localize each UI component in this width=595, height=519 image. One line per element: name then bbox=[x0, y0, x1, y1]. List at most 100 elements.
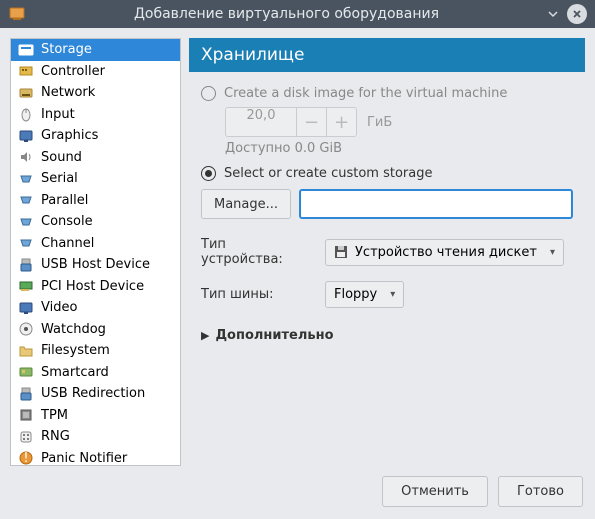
sidebar-item-parallel[interactable]: Parallel bbox=[11, 190, 180, 212]
sidebar-item-rng[interactable]: RNG bbox=[11, 426, 180, 448]
size-decrease-button: − bbox=[297, 107, 327, 137]
titlebar: Добавление виртуального оборудования bbox=[0, 0, 595, 28]
sidebar-item-label: Graphics bbox=[41, 128, 98, 143]
smartcard-icon bbox=[18, 364, 34, 380]
chevron-down-icon: ▾ bbox=[390, 289, 395, 300]
device-type-dropdown[interactable]: Устройство чтения дискет ▾ bbox=[325, 239, 564, 266]
custom-storage-label: Select or create custom storage bbox=[224, 166, 432, 181]
sidebar-item-label: Filesystem bbox=[41, 343, 110, 358]
sidebar-item-label: Watchdog bbox=[41, 322, 106, 337]
graphics-icon bbox=[18, 128, 34, 144]
radio-checked-icon bbox=[201, 166, 216, 181]
content-area: Storage Controller Network Input Graphic… bbox=[0, 28, 595, 476]
advanced-label: Дополнительно bbox=[215, 328, 333, 343]
sidebar-item-label: Serial bbox=[41, 171, 78, 186]
tpm-icon bbox=[18, 407, 34, 423]
bus-type-value: Floppy bbox=[334, 287, 377, 302]
sound-icon bbox=[18, 149, 34, 165]
parallel-icon bbox=[18, 192, 34, 208]
usb-redir-icon bbox=[18, 386, 34, 402]
sidebar-item-pci-host[interactable]: PCI Host Device bbox=[11, 276, 180, 298]
sidebar-item-storage[interactable]: Storage bbox=[11, 39, 180, 61]
sidebar-item-network[interactable]: Network bbox=[11, 82, 180, 104]
device-type-label: Тип устройства: bbox=[201, 237, 311, 267]
bus-type-row: Тип шины: Floppy ▾ bbox=[201, 281, 573, 308]
create-image-label: Create a disk image for the virtual mach… bbox=[224, 86, 507, 101]
sidebar-item-video[interactable]: Video bbox=[11, 297, 180, 319]
dialog-footer: Отменить Готово bbox=[0, 476, 595, 519]
size-increase-button: + bbox=[327, 107, 357, 137]
custom-storage-option[interactable]: Select or create custom storage bbox=[201, 166, 573, 181]
device-type-value: Устройство чтения дискет bbox=[355, 245, 537, 260]
sidebar-item-label: TPM bbox=[41, 408, 68, 423]
size-input: 20,0 bbox=[225, 107, 297, 137]
sidebar-item-label: Console bbox=[41, 214, 93, 229]
available-space-label: Доступно 0.0 GiB bbox=[225, 141, 573, 156]
sidebar-item-filesystem[interactable]: Filesystem bbox=[11, 340, 180, 362]
device-type-row: Тип устройства: Устройство чтения дискет… bbox=[201, 237, 573, 267]
storage-path-input[interactable] bbox=[299, 189, 573, 219]
app-icon bbox=[8, 5, 26, 23]
video-icon bbox=[18, 300, 34, 316]
panel-body: Create a disk image for the virtual mach… bbox=[189, 72, 585, 466]
sidebar-item-label: USB Host Device bbox=[41, 257, 150, 272]
size-unit-label: ГиБ bbox=[367, 115, 392, 130]
console-icon bbox=[18, 214, 34, 230]
svg-text:!: ! bbox=[23, 451, 28, 466]
minimize-button[interactable] bbox=[543, 4, 563, 24]
usb-icon bbox=[18, 257, 34, 273]
storage-icon bbox=[18, 42, 34, 58]
serial-icon bbox=[18, 171, 34, 187]
manage-row: Manage... bbox=[201, 189, 573, 219]
main-panel: Хранилище Create a disk image for the vi… bbox=[189, 38, 585, 466]
chevron-down-icon: ▾ bbox=[550, 247, 555, 258]
sidebar-item-panic[interactable]: ! Panic Notifier bbox=[11, 448, 180, 467]
sidebar-item-console[interactable]: Console bbox=[11, 211, 180, 233]
window-title: Добавление виртуального оборудования bbox=[34, 6, 539, 22]
hardware-type-list[interactable]: Storage Controller Network Input Graphic… bbox=[10, 38, 181, 466]
sidebar-item-input[interactable]: Input bbox=[11, 104, 180, 126]
sidebar-item-label: Smartcard bbox=[41, 365, 109, 380]
sidebar-item-label: Input bbox=[41, 107, 75, 122]
sidebar-item-label: Storage bbox=[41, 42, 92, 57]
sidebar-item-controller[interactable]: Controller bbox=[11, 61, 180, 83]
size-row: 20,0 − + ГиБ bbox=[225, 107, 573, 137]
sidebar-item-graphics[interactable]: Graphics bbox=[11, 125, 180, 147]
advanced-expander[interactable]: ▶ Дополнительно bbox=[201, 328, 573, 343]
sidebar-item-label: Video bbox=[41, 300, 77, 315]
manage-button[interactable]: Manage... bbox=[201, 189, 291, 219]
input-icon bbox=[18, 106, 34, 122]
controller-icon bbox=[18, 63, 34, 79]
pci-icon bbox=[18, 278, 34, 294]
cancel-button[interactable]: Отменить bbox=[382, 476, 488, 507]
panel-title: Хранилище bbox=[189, 38, 585, 72]
sidebar-item-label: Sound bbox=[41, 150, 82, 165]
sidebar-item-watchdog[interactable]: Watchdog bbox=[11, 319, 180, 341]
watchdog-icon bbox=[18, 321, 34, 337]
sidebar-item-sound[interactable]: Sound bbox=[11, 147, 180, 169]
sidebar-item-label: RNG bbox=[41, 429, 70, 444]
bus-type-dropdown[interactable]: Floppy ▾ bbox=[325, 281, 404, 308]
sidebar-item-smartcard[interactable]: Smartcard bbox=[11, 362, 180, 384]
radio-unchecked-icon bbox=[201, 86, 216, 101]
sidebar-item-label: Parallel bbox=[41, 193, 88, 208]
sidebar-item-serial[interactable]: Serial bbox=[11, 168, 180, 190]
sidebar-item-tpm[interactable]: TPM bbox=[11, 405, 180, 427]
sidebar-item-label: Controller bbox=[41, 64, 105, 79]
ok-button[interactable]: Готово bbox=[498, 476, 583, 507]
channel-icon bbox=[18, 235, 34, 251]
sidebar-item-label: PCI Host Device bbox=[41, 279, 144, 294]
triangle-right-icon: ▶ bbox=[201, 329, 209, 342]
rng-icon bbox=[18, 429, 34, 445]
network-icon bbox=[18, 85, 34, 101]
sidebar-item-label: Panic Notifier bbox=[41, 451, 127, 466]
close-button[interactable] bbox=[567, 4, 587, 24]
panic-icon: ! bbox=[18, 450, 34, 466]
sidebar-item-channel[interactable]: Channel bbox=[11, 233, 180, 255]
sidebar-item-label: Channel bbox=[41, 236, 94, 251]
floppy-icon bbox=[334, 245, 348, 259]
sidebar-item-usb-redir[interactable]: USB Redirection bbox=[11, 383, 180, 405]
bus-type-label: Тип шины: bbox=[201, 287, 311, 302]
create-image-option[interactable]: Create a disk image for the virtual mach… bbox=[201, 86, 573, 101]
sidebar-item-usb-host[interactable]: USB Host Device bbox=[11, 254, 180, 276]
